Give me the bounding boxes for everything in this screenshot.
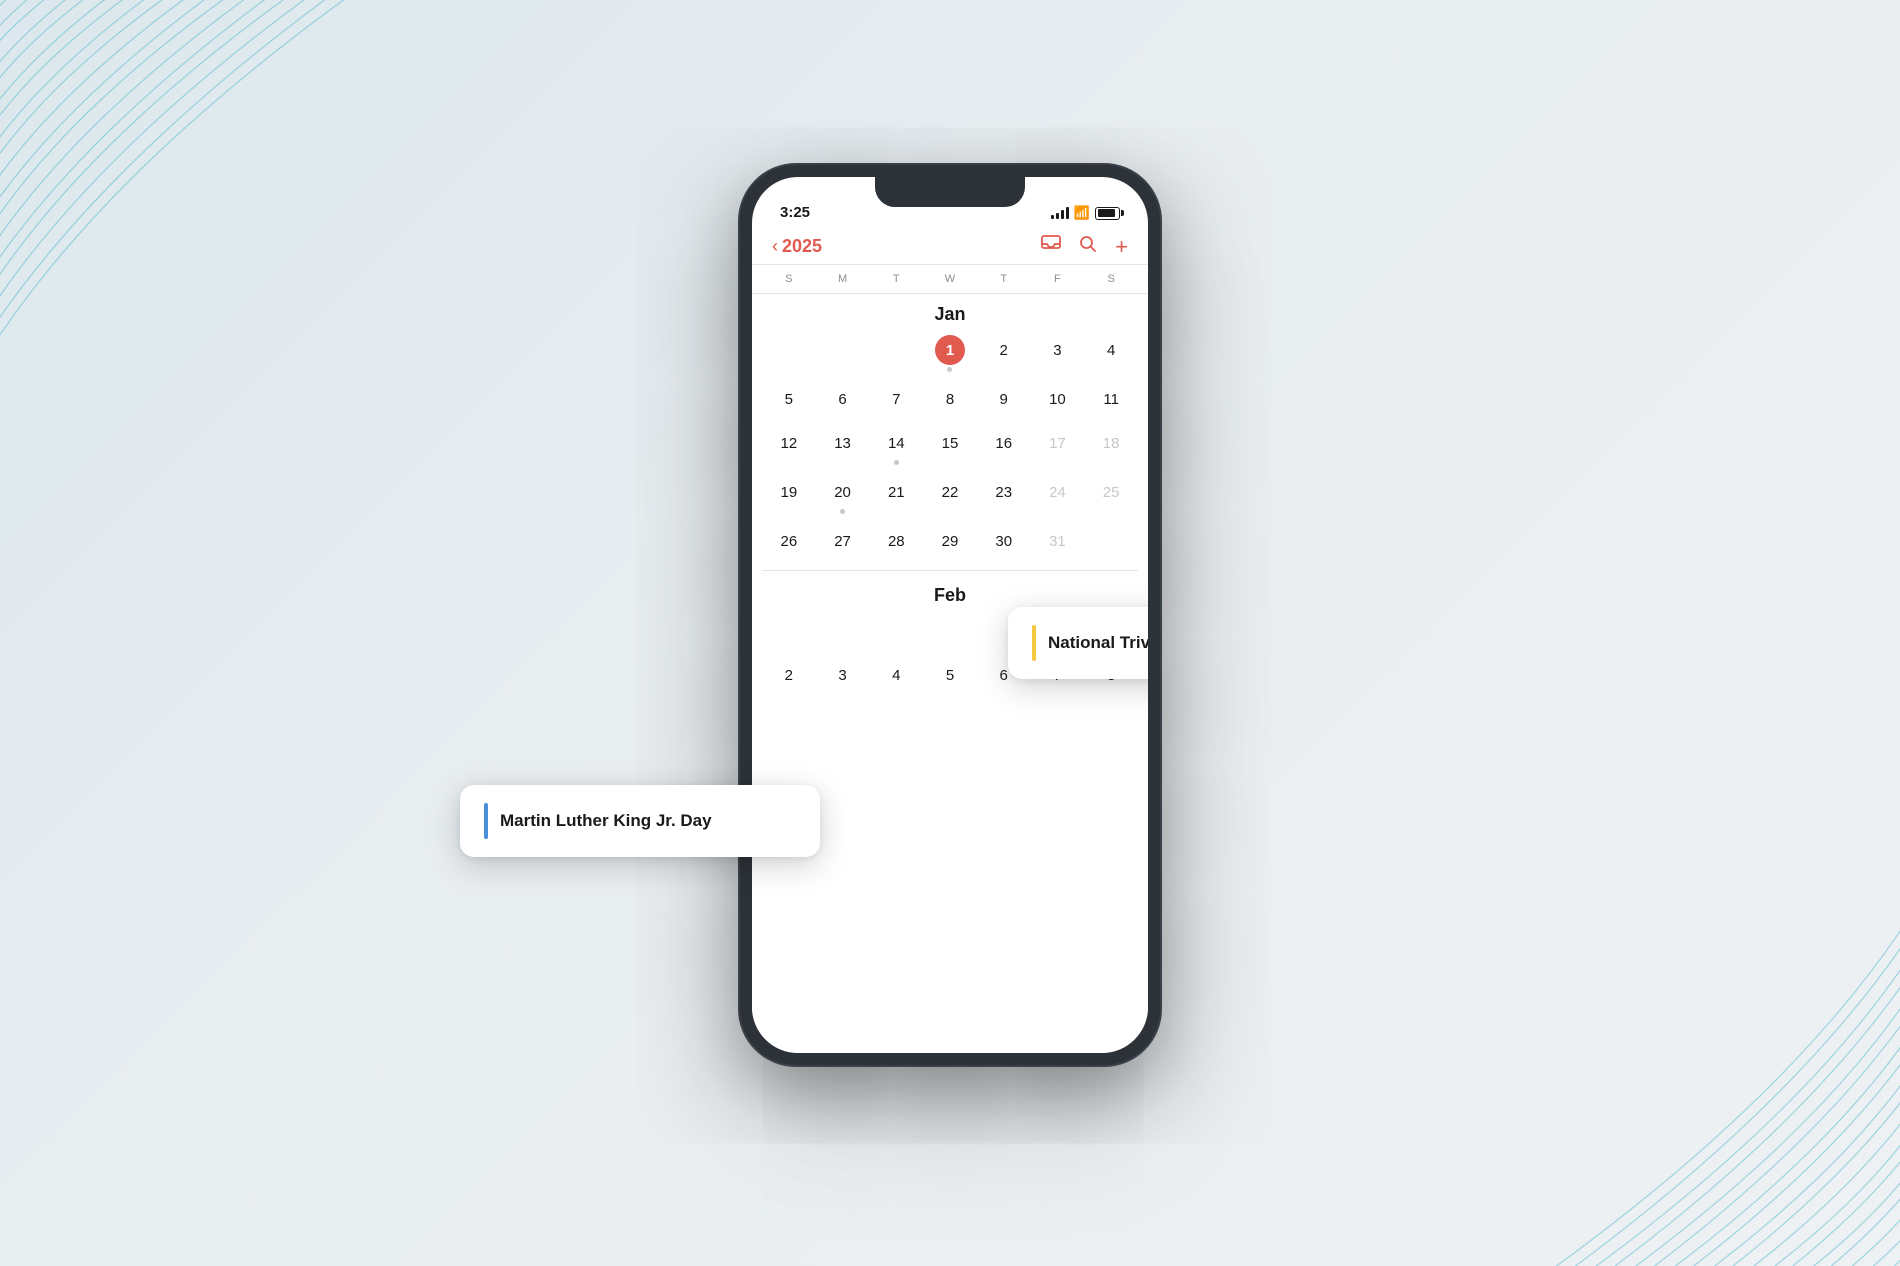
- popup-trivia-day: National Trivia Day 🤔: [1008, 607, 1148, 679]
- cal-day-16[interactable]: 16: [977, 424, 1031, 473]
- cal-day-1[interactable]: 1: [923, 331, 977, 380]
- decorative-lines-bottom-right: [1480, 846, 1900, 1266]
- feb-day-5[interactable]: 5: [923, 656, 977, 700]
- wifi-icon: 📶: [1074, 205, 1090, 221]
- feb-day-4[interactable]: 4: [869, 656, 923, 700]
- cal-day-29[interactable]: 29: [923, 522, 977, 566]
- cal-day-17[interactable]: 17: [1031, 424, 1085, 473]
- day-header-sun: S: [762, 269, 816, 289]
- cal-day-11[interactable]: 11: [1084, 380, 1138, 424]
- cal-day-25[interactable]: 25: [1084, 473, 1138, 522]
- status-time: 3:25: [780, 204, 810, 221]
- phone-device: 3:25 📶: [740, 165, 1160, 1065]
- cal-day-20[interactable]: 20: [816, 473, 870, 522]
- day-header-sat: S: [1084, 269, 1138, 289]
- search-icon[interactable]: [1079, 235, 1097, 258]
- cal-week-4: 19 20 21 22 23 24: [752, 473, 1148, 522]
- battery-icon: [1095, 207, 1120, 220]
- day-header-wed: W: [923, 269, 977, 289]
- cal-day-5[interactable]: 5: [762, 380, 816, 424]
- cal-day-28[interactable]: 28: [869, 522, 923, 566]
- cal-day-22[interactable]: 22: [923, 473, 977, 522]
- cal-day-3[interactable]: 3: [1031, 331, 1085, 380]
- cal-cell-empty: [869, 331, 923, 380]
- month-divider: [762, 570, 1138, 571]
- cal-cell-empty: [816, 331, 870, 380]
- feb-day-3[interactable]: 3: [816, 656, 870, 700]
- popup-mlk-accent: [484, 803, 488, 839]
- inbox-icon[interactable]: [1041, 235, 1061, 258]
- cal-day-9[interactable]: 9: [977, 380, 1031, 424]
- cal-day-14[interactable]: 14: [869, 424, 923, 473]
- back-chevron-icon: ‹: [772, 236, 778, 257]
- popup-mlk-text: Martin Luther King Jr. Day: [500, 811, 712, 831]
- cal-day-6[interactable]: 6: [816, 380, 870, 424]
- cal-week-5: 26 27 28 29 30 31: [752, 522, 1148, 566]
- nav-year-back[interactable]: ‹ 2025: [772, 236, 822, 257]
- cal-day-31[interactable]: 31: [1031, 522, 1085, 566]
- day-header-thu: T: [977, 269, 1031, 289]
- add-icon[interactable]: +: [1115, 236, 1128, 258]
- day-header-tue: T: [869, 269, 923, 289]
- calendar-nav: ‹ 2025: [752, 227, 1148, 265]
- signal-icon: [1051, 207, 1069, 219]
- phone-notch: [875, 177, 1025, 207]
- cal-day-18[interactable]: 18: [1084, 424, 1138, 473]
- cal-day-21[interactable]: 21: [869, 473, 923, 522]
- cal-day-4[interactable]: 4: [1084, 331, 1138, 380]
- day-headers: S M T W T F S: [752, 265, 1148, 294]
- cal-day-12[interactable]: 12: [762, 424, 816, 473]
- status-icons: 📶: [1051, 205, 1120, 221]
- cal-day-2[interactable]: 2: [977, 331, 1031, 380]
- cal-day-27[interactable]: 27: [816, 522, 870, 566]
- cal-day-30[interactable]: 30: [977, 522, 1031, 566]
- cal-day-15[interactable]: 15: [923, 424, 977, 473]
- cal-day-19[interactable]: 19: [762, 473, 816, 522]
- popup-trivia-text: National Trivia Day 🤔: [1048, 633, 1148, 653]
- feb-day-2[interactable]: 2: [762, 656, 816, 700]
- nav-year: 2025: [782, 236, 822, 257]
- month-label-jan: Jan: [752, 294, 1148, 331]
- cal-day-8[interactable]: 8: [923, 380, 977, 424]
- day-header-mon: M: [816, 269, 870, 289]
- phone-screen: 3:25 📶: [752, 177, 1148, 1053]
- popup-trivia-accent: [1032, 625, 1036, 661]
- popup-mlk-day: Martin Luther King Jr. Day: [460, 785, 820, 857]
- cal-cell-empty: [762, 331, 816, 380]
- cal-week-1: 1 2 3 4: [752, 331, 1148, 380]
- nav-actions: +: [1041, 235, 1128, 258]
- day-header-fri: F: [1031, 269, 1085, 289]
- phone-shell: 3:25 📶: [740, 165, 1160, 1065]
- cal-day-24[interactable]: 24: [1031, 473, 1085, 522]
- cal-cell-empty: [1084, 522, 1138, 566]
- cal-day-7[interactable]: 7: [869, 380, 923, 424]
- cal-week-3: 12 13 14 15 16 17: [752, 424, 1148, 473]
- cal-day-26[interactable]: 26: [762, 522, 816, 566]
- cal-day-23[interactable]: 23: [977, 473, 1031, 522]
- cal-day-13[interactable]: 13: [816, 424, 870, 473]
- cal-day-10[interactable]: 10: [1031, 380, 1085, 424]
- cal-week-2: 5 6 7 8 9 10: [752, 380, 1148, 424]
- decorative-lines-top-left: [0, 0, 420, 420]
